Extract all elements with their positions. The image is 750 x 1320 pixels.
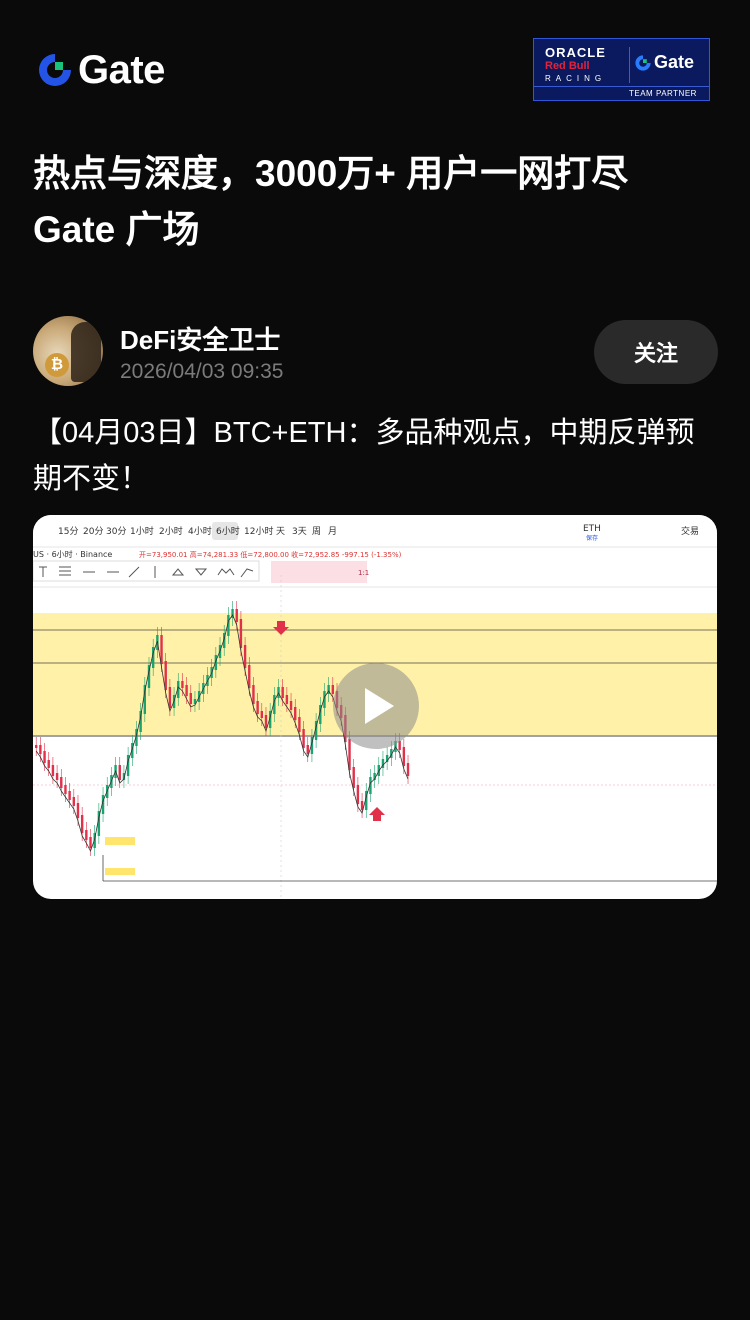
gate-logo-icon	[635, 54, 651, 71]
interval-10[interactable]: 周	[312, 526, 321, 537]
candle-body	[55, 773, 59, 780]
candle-body	[306, 745, 309, 754]
gate-logo-icon	[39, 54, 71, 86]
candle-body	[294, 707, 297, 720]
badge-gate-logo: Gate	[634, 52, 694, 73]
candle-body	[43, 751, 46, 763]
interval-4[interactable]: 2小时	[159, 525, 183, 537]
gate-logo[interactable]: Gate	[36, 47, 165, 92]
candle-body	[406, 763, 410, 776]
badge-gate-text: Gate	[654, 52, 695, 72]
candle-body	[68, 791, 71, 800]
candle-body	[72, 797, 75, 806]
candle-body	[285, 695, 289, 704]
candle-body	[185, 685, 188, 696]
redbull-text: Red Bull	[545, 60, 590, 72]
candle-body	[402, 747, 406, 766]
candle-body	[264, 715, 268, 728]
video-player[interactable]: 15分 20分 30分 1小时 2小时 4小时 12小时天 3天周月 6小时 ETH 保存 交…	[33, 515, 717, 899]
page-headline: 热点与深度，3000万+ 用户一网打尽 Gate 广场	[33, 146, 723, 258]
candle-body	[289, 701, 293, 710]
interval-9[interactable]: 3天	[292, 527, 307, 537]
post-timestamp: 2026/04/03 09:35	[120, 360, 284, 383]
candle-body	[252, 685, 255, 704]
up-arrow-icon	[369, 807, 385, 821]
author-row: ₿ DeFi安全卫士 2026/04/03 09:35 关注	[33, 316, 718, 388]
ratio-label: 1:1	[358, 569, 369, 577]
badge-divider	[629, 47, 630, 83]
team-partner-text: TEAM PARTNER	[629, 89, 697, 98]
candle-body	[80, 815, 84, 833]
headline-line-2: Gate 广场	[33, 209, 200, 250]
oracle-text: ORACLE	[545, 45, 606, 60]
candle-body	[35, 745, 38, 748]
badge-line	[534, 86, 709, 87]
author-name[interactable]: DeFi安全卫士	[120, 320, 280, 357]
candle-body	[331, 685, 335, 694]
candle-body	[64, 785, 67, 794]
eth-label: ETH	[583, 524, 601, 534]
headline-line-1: 热点与深度，3000万+ 用户一网打尽	[33, 153, 629, 194]
play-icon[interactable]	[333, 663, 419, 749]
team-partner-badge: ORACLE Red Bull RACING Gate TEAM PARTNER	[533, 38, 710, 101]
candle-body	[189, 693, 192, 704]
trade-label: 交易	[681, 525, 699, 537]
candle-body	[298, 717, 301, 732]
candle-body	[243, 645, 247, 668]
candle-body	[281, 687, 284, 698]
candle-body	[76, 803, 80, 818]
candle-body	[89, 837, 92, 848]
avatar-figure	[71, 322, 101, 382]
follow-button[interactable]: 关注	[594, 320, 718, 384]
racing-text: RACING	[545, 74, 607, 83]
top-bar: Gate ORACLE Red Bull RACING Gate TEAM PA…	[0, 0, 750, 120]
interval-1[interactable]: 20分	[83, 526, 103, 537]
candle-body	[85, 830, 88, 840]
candle-body	[260, 711, 263, 718]
post-text: 【04月03日】BTC+ETH：多品种观点，中期反弹预期不变！	[33, 417, 695, 495]
candle-body	[356, 785, 360, 804]
eth-sub: 保存	[586, 534, 598, 542]
interval-5[interactable]: 4小时	[188, 525, 212, 537]
avatar[interactable]: ₿	[33, 316, 103, 386]
interval-8[interactable]: 天	[276, 527, 285, 537]
candle-body	[235, 609, 238, 622]
candle-body	[181, 681, 184, 688]
candle-body	[352, 767, 355, 788]
bitcoin-icon: ₿	[45, 353, 69, 377]
candle-body	[60, 777, 63, 788]
interval-3[interactable]: 1小时	[130, 525, 154, 537]
candle-body	[39, 745, 42, 754]
interval-0[interactable]: 15分	[58, 526, 78, 537]
candle-body	[168, 687, 172, 708]
interval-2[interactable]: 30分	[106, 526, 126, 537]
symbol-label: US · 6小时 · Binance	[33, 549, 112, 559]
candle-body	[47, 760, 50, 768]
candle-body	[118, 765, 121, 780]
active-interval-label: 6小时	[216, 525, 240, 537]
candle-body	[248, 665, 251, 688]
candle-body	[302, 729, 305, 748]
candle-body	[51, 765, 55, 776]
interval-7[interactable]: 12小时	[244, 525, 273, 537]
candle-body	[256, 701, 259, 714]
interval-11[interactable]: 月	[328, 526, 337, 537]
gate-logo-text: Gate	[78, 47, 165, 92]
ohlc-readout: 开=73,950.01 高=74,281.33 低=72,800.00 收=72…	[139, 550, 402, 559]
